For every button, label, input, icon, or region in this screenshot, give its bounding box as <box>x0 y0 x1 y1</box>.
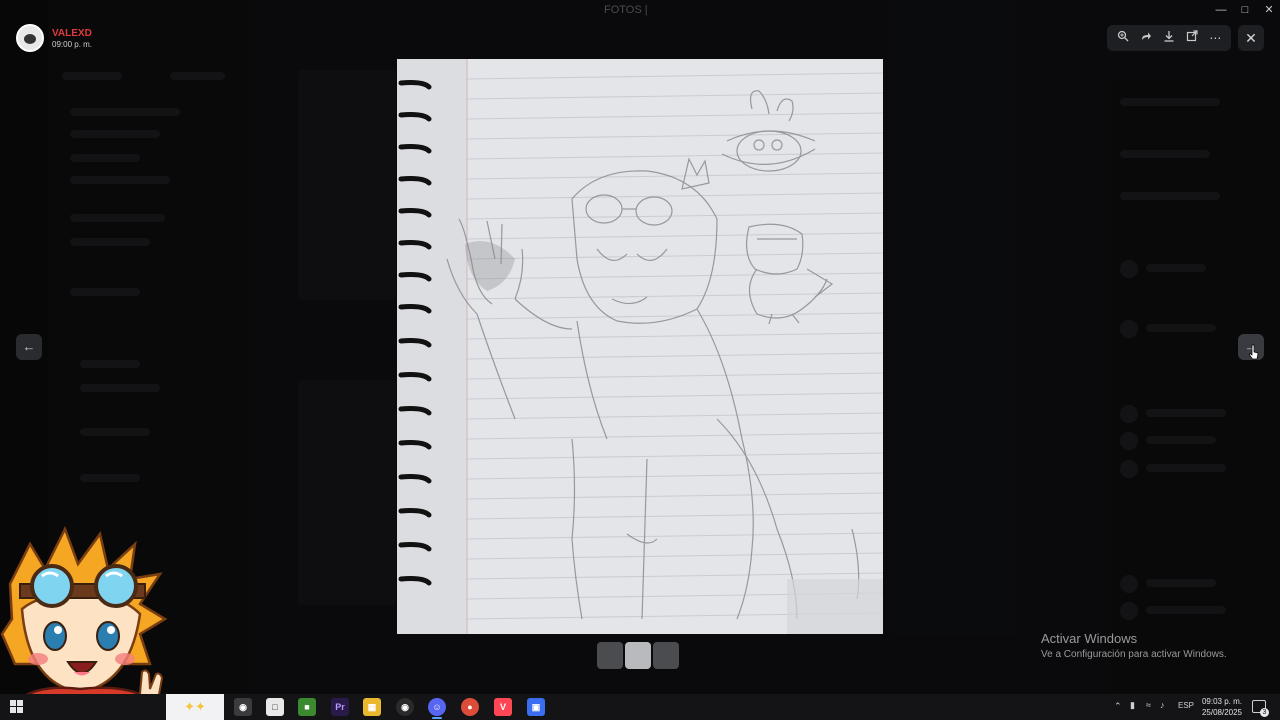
streamer-mascot <box>0 525 168 720</box>
maximize-icon[interactable]: □ <box>1232 2 1258 18</box>
chrome-icon[interactable]: ● <box>461 698 479 716</box>
wifi-icon[interactable]: ≈ <box>1146 700 1151 710</box>
obs-icon[interactable]: ◉ <box>396 698 414 716</box>
zoom-icon[interactable] <box>1113 28 1133 48</box>
windows-activation-watermark: Activar Windows Ve a Configuración para … <box>1041 631 1227 660</box>
sparkle-widget-icon[interactable]: ✦✦ <box>166 694 224 720</box>
taskbar-clock[interactable]: 09:03 p. m. 25/08/2025 <box>1198 696 1246 718</box>
thumbnail[interactable] <box>653 642 679 669</box>
discord-icon[interactable]: ☺ <box>428 698 446 716</box>
arrow-left-icon: ← <box>22 339 36 354</box>
thumbnail-strip <box>597 642 681 669</box>
open-external-icon[interactable] <box>1182 28 1202 48</box>
author-info: VALEXD 09:00 p. m. <box>52 28 92 49</box>
mouse-cursor-icon <box>1249 344 1259 360</box>
notification-count: 3 <box>1260 708 1269 717</box>
volume-icon[interactable]: ♪ <box>1160 700 1165 710</box>
image-author[interactable]: VALEXD 09:00 p. m. <box>16 24 92 52</box>
post-timestamp: 09:00 p. m. <box>52 39 93 49</box>
thumbnail-active[interactable] <box>625 642 651 669</box>
close-icon: ✕ <box>1245 30 1257 46</box>
download-icon[interactable] <box>1159 28 1179 48</box>
thumbnail[interactable] <box>597 642 623 669</box>
window-close-icon[interactable]: ✕ <box>1256 2 1280 18</box>
explorer-icon[interactable]: ▦ <box>363 698 381 716</box>
active-app-indicator <box>432 717 442 719</box>
microphone-icon[interactable]: ▮ <box>1130 700 1135 711</box>
document-icon[interactable]: □ <box>266 698 284 716</box>
language-indicator[interactable]: ESP <box>1178 701 1194 710</box>
author-name[interactable]: VALEXD <box>52 28 92 39</box>
chevron-up-icon[interactable]: ⌃ <box>1114 701 1122 712</box>
previous-image-button[interactable]: ← <box>16 334 42 360</box>
valorant-icon[interactable]: V <box>494 698 512 716</box>
window-title: FOTOS | <box>604 4 648 16</box>
viewer-toolbar: ⋯ <box>1107 25 1231 51</box>
app-icon[interactable]: ▣ <box>527 698 545 716</box>
activation-title: Activar Windows <box>1041 631 1138 646</box>
viewed-image[interactable] <box>397 59 883 634</box>
activation-subtitle: Ve a Configuración para activar Windows. <box>1041 649 1227 660</box>
premiere-icon[interactable]: Pr <box>331 698 349 716</box>
clock-date: 25/08/2025 <box>1201 708 1243 717</box>
forward-icon[interactable] <box>1136 28 1156 48</box>
more-icon[interactable]: ⋯ <box>1205 28 1225 48</box>
app-icon[interactable]: ◉ <box>234 698 252 716</box>
minecraft-icon[interactable]: ■ <box>298 698 316 716</box>
avatar[interactable] <box>16 24 44 52</box>
clock-time: 09:03 p. m. <box>1201 697 1243 706</box>
close-viewer-button[interactable]: ✕ <box>1238 25 1264 51</box>
minimize-icon[interactable]: — <box>1208 2 1234 18</box>
windows-start-icon[interactable] <box>10 700 24 714</box>
